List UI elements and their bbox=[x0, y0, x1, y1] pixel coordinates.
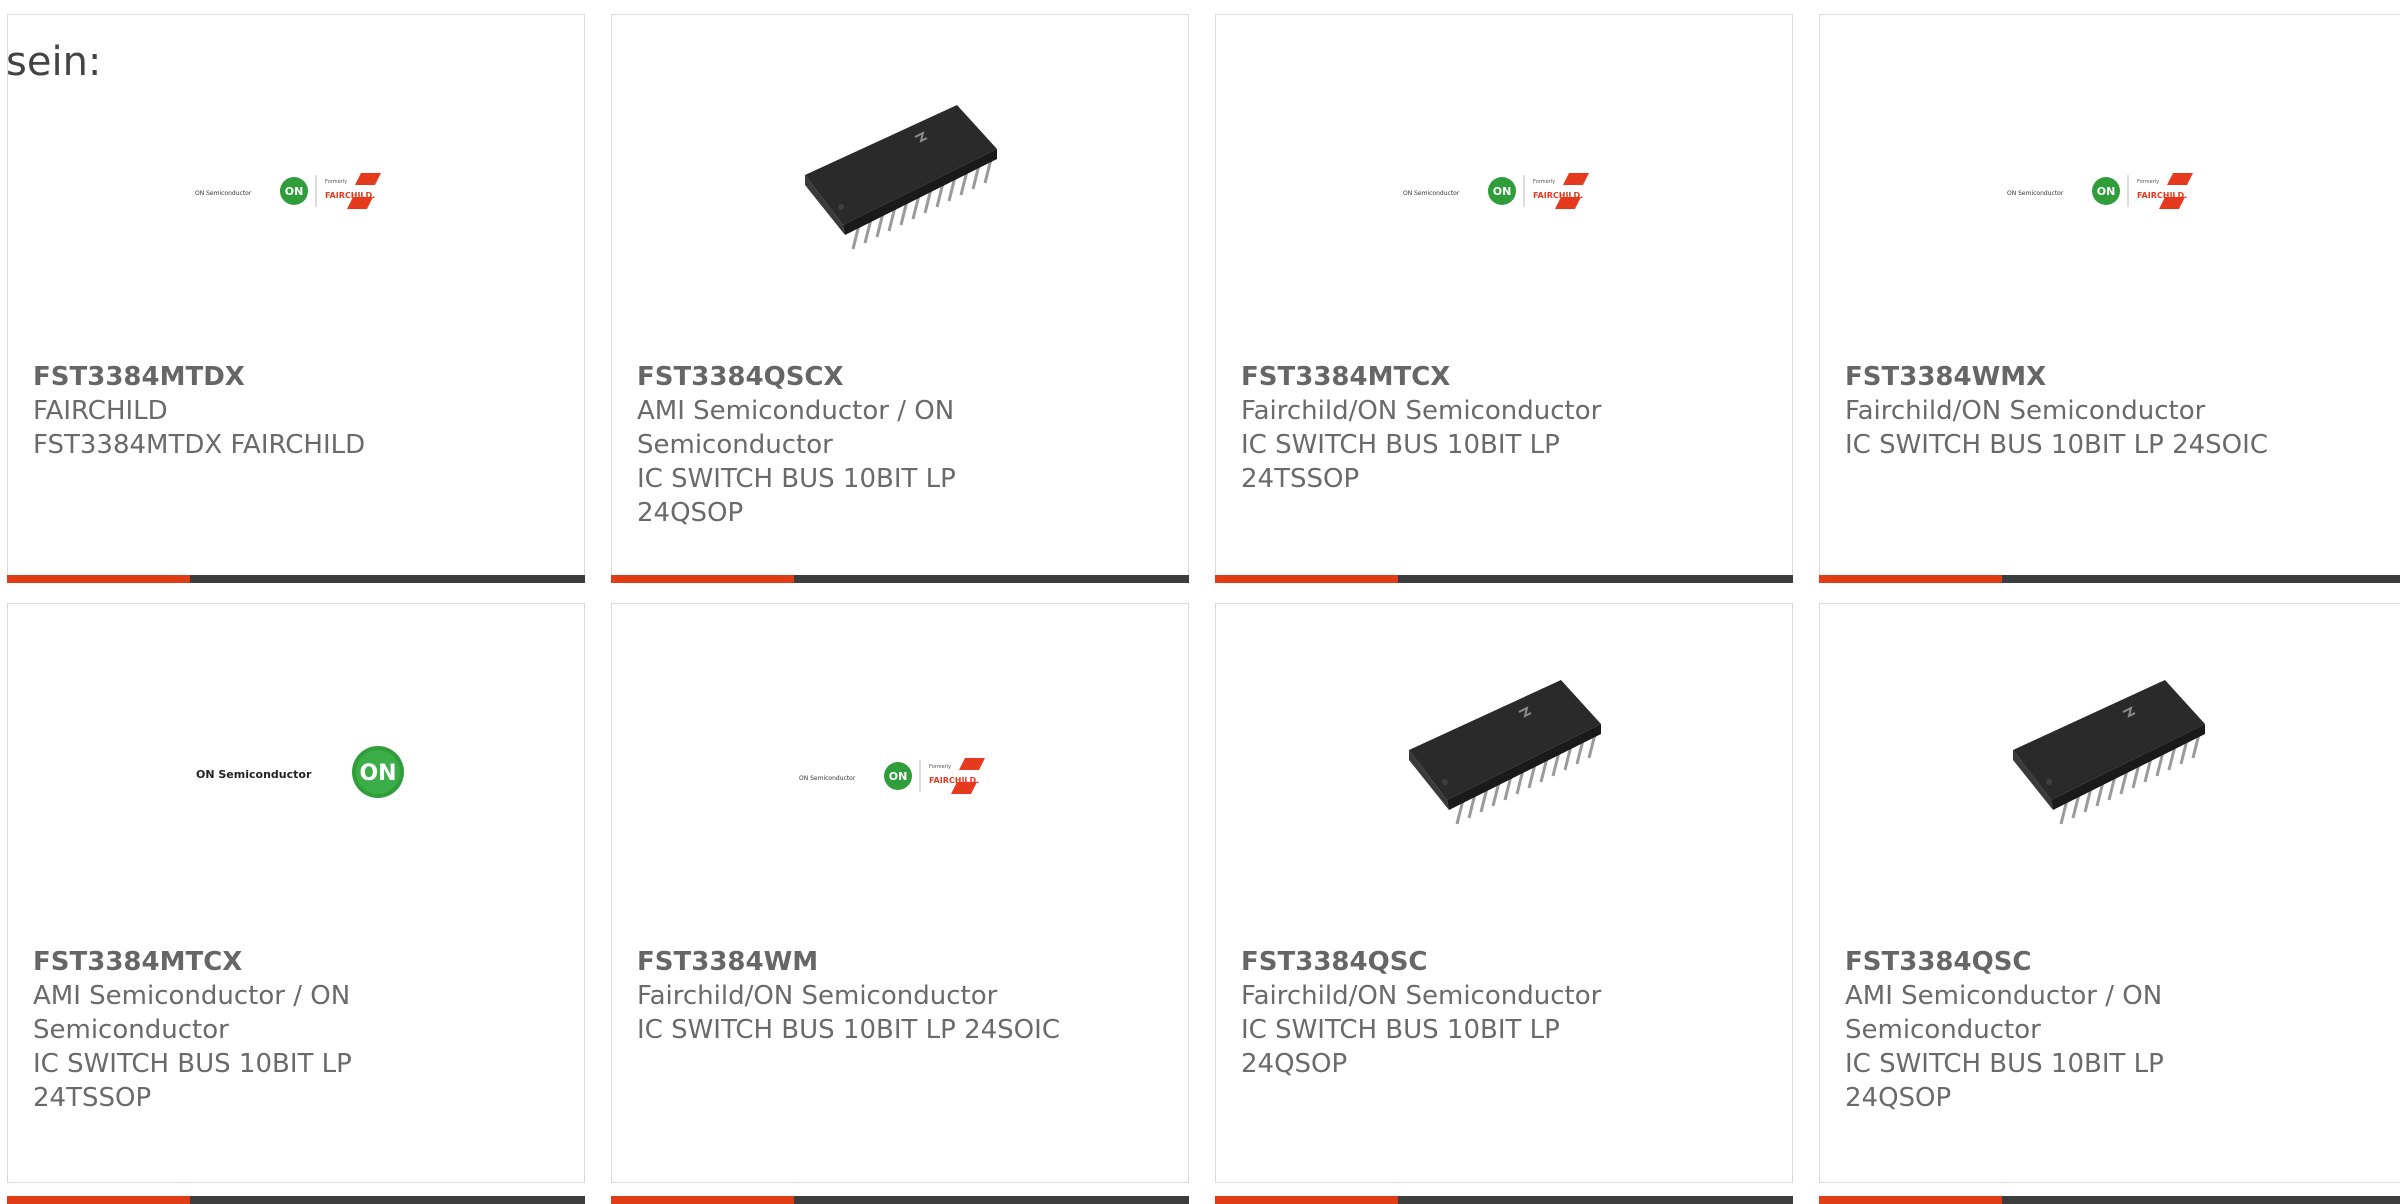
product-card[interactable]: ON Semiconductor ON FST3384MTCX AMI Semi… bbox=[7, 603, 585, 1204]
product-info: FST3384MTCX Fairchild/ON Semiconductor I… bbox=[1241, 360, 1772, 496]
product-description-cont: 24TSSOP bbox=[1241, 464, 1360, 494]
svg-text:ON Semiconductor: ON Semiconductor bbox=[799, 775, 856, 782]
product-manufacturer: AMI Semiconductor / ON bbox=[1845, 981, 2163, 1011]
card-bottom-bar bbox=[611, 575, 1189, 583]
svg-text:ON: ON bbox=[2097, 185, 2116, 198]
intro-text: sein: bbox=[6, 39, 102, 85]
product-description: IC SWITCH BUS 10BIT LP bbox=[1241, 430, 1560, 460]
part-number[interactable]: FST3384MTCX bbox=[33, 945, 564, 979]
product-manufacturer-cont: Semiconductor bbox=[33, 1015, 229, 1045]
part-number[interactable]: FST3384WM bbox=[637, 945, 1168, 979]
svg-text:FAIRCHILD.: FAIRCHILD. bbox=[1533, 191, 1583, 200]
chip-photo-icon bbox=[2013, 680, 2205, 825]
product-image bbox=[1820, 604, 2400, 934]
product-info: FST3384MTCX AMI Semiconductor / ON Semic… bbox=[33, 945, 564, 1115]
product-grid: ON Semiconductor ON Formerly FAIRCHILD. … bbox=[0, 0, 2400, 1204]
part-number[interactable]: FST3384QSCX bbox=[637, 360, 1168, 394]
svg-text:Formerly: Formerly bbox=[929, 764, 951, 770]
product-manufacturer: Fairchild/ON Semiconductor bbox=[1241, 981, 1602, 1011]
card-bottom-bar bbox=[611, 1196, 1189, 1204]
product-description-cont: 24QSOP bbox=[1241, 1049, 1348, 1079]
product-manufacturer: Fairchild/ON Semiconductor bbox=[1845, 396, 2206, 426]
svg-text:FAIRCHILD.: FAIRCHILD. bbox=[2137, 191, 2187, 200]
svg-text:ON: ON bbox=[359, 761, 396, 786]
product-description-cont: 24TSSOP bbox=[33, 1083, 152, 1113]
card-bar-accent bbox=[7, 575, 190, 583]
product-image bbox=[1216, 604, 1792, 934]
chip-photo-icon bbox=[1409, 680, 1601, 825]
product-card[interactable]: FST3384QSCX AMI Semiconductor / ON Semic… bbox=[611, 14, 1189, 583]
product-description: IC SWITCH BUS 10BIT LP 24SOIC bbox=[637, 1015, 1060, 1045]
product-info: FST3384MTDX FAIRCHILD FST3384MTDX FAIRCH… bbox=[33, 360, 564, 462]
svg-text:ON Semiconductor: ON Semiconductor bbox=[2007, 190, 2064, 197]
part-number[interactable]: FST3384QSC bbox=[1845, 945, 2388, 979]
product-description: IC SWITCH BUS 10BIT LP 24SOIC bbox=[1845, 430, 2268, 460]
product-manufacturer-cont: Semiconductor bbox=[1845, 1015, 2041, 1045]
svg-text:ON Semiconductor: ON Semiconductor bbox=[1403, 190, 1460, 197]
card-bar-accent bbox=[7, 1196, 190, 1204]
card-bottom-bar bbox=[1819, 1196, 2400, 1204]
product-card[interactable]: ON Semiconductor ON Formerly FAIRCHILD. … bbox=[1215, 14, 1793, 583]
product-info: FST3384WMX Fairchild/ON Semiconductor IC… bbox=[1845, 360, 2388, 462]
svg-text:Formerly: Formerly bbox=[2137, 179, 2159, 185]
card-bottom-bar bbox=[1215, 575, 1793, 583]
product-manufacturer: FAIRCHILD bbox=[33, 396, 168, 426]
part-number[interactable]: FST3384QSC bbox=[1241, 945, 1772, 979]
card-bottom-bar bbox=[1819, 575, 2400, 583]
on-fairchild-logo-icon: ON Semiconductor ON Formerly FAIRCHILD. bbox=[1403, 173, 1589, 209]
product-manufacturer: Fairchild/ON Semiconductor bbox=[1241, 396, 1602, 426]
svg-text:ON: ON bbox=[889, 770, 908, 783]
chip-photo-icon bbox=[805, 105, 997, 250]
card-bar-accent bbox=[1819, 575, 2002, 583]
svg-text:Formerly: Formerly bbox=[1533, 179, 1555, 185]
product-image: ON Semiconductor ON Formerly FAIRCHILD. bbox=[612, 604, 1188, 934]
svg-text:FAIRCHILD.: FAIRCHILD. bbox=[325, 191, 375, 200]
product-description: IC SWITCH BUS 10BIT LP bbox=[33, 1049, 352, 1079]
on-fairchild-logo-icon: ON Semiconductor ON Formerly FAIRCHILD. bbox=[799, 758, 985, 794]
card-bar-accent bbox=[611, 1196, 794, 1204]
product-image: ON Semiconductor ON Formerly FAIRCHILD. bbox=[1216, 15, 1792, 345]
product-description: FST3384MTDX FAIRCHILD bbox=[33, 430, 366, 460]
product-manufacturer: AMI Semiconductor / ON bbox=[33, 981, 351, 1011]
product-card[interactable]: ON Semiconductor ON Formerly FAIRCHILD. … bbox=[7, 14, 585, 583]
product-info: FST3384WM Fairchild/ON Semiconductor IC … bbox=[637, 945, 1168, 1047]
product-description: IC SWITCH BUS 10BIT LP bbox=[637, 464, 956, 494]
card-bar-accent bbox=[1215, 1196, 1398, 1204]
on-semiconductor-logo-icon: ON Semiconductor ON bbox=[196, 746, 404, 798]
card-bottom-bar bbox=[7, 1196, 585, 1204]
svg-text:Formerly: Formerly bbox=[325, 179, 347, 185]
part-number[interactable]: FST3384MTCX bbox=[1241, 360, 1772, 394]
on-fairchild-logo-icon: ON Semiconductor ON Formerly FAIRCHILD. bbox=[2007, 173, 2193, 209]
product-card[interactable]: ON Semiconductor ON Formerly FAIRCHILD. … bbox=[1819, 14, 2400, 583]
svg-text:ON Semiconductor: ON Semiconductor bbox=[195, 190, 252, 197]
card-bottom-bar bbox=[1215, 1196, 1793, 1204]
svg-text:FAIRCHILD.: FAIRCHILD. bbox=[929, 776, 979, 785]
product-image: ON Semiconductor ON Formerly FAIRCHILD. bbox=[1820, 15, 2400, 345]
svg-text:ON Semiconductor: ON Semiconductor bbox=[196, 768, 312, 781]
part-number[interactable]: FST3384MTDX bbox=[33, 360, 564, 394]
product-info: FST3384QSCX AMI Semiconductor / ON Semic… bbox=[637, 360, 1168, 530]
product-manufacturer-cont: Semiconductor bbox=[637, 430, 833, 460]
product-manufacturer: Fairchild/ON Semiconductor bbox=[637, 981, 998, 1011]
product-image bbox=[612, 15, 1188, 345]
product-description: IC SWITCH BUS 10BIT LP bbox=[1845, 1049, 2164, 1079]
product-info: FST3384QSC Fairchild/ON Semiconductor IC… bbox=[1241, 945, 1772, 1081]
product-description-cont: 24QSOP bbox=[1845, 1083, 1952, 1113]
product-info: FST3384QSC AMI Semiconductor / ON Semico… bbox=[1845, 945, 2388, 1115]
part-number[interactable]: FST3384WMX bbox=[1845, 360, 2388, 394]
svg-text:ON: ON bbox=[1493, 185, 1512, 198]
card-bar-accent bbox=[1215, 575, 1398, 583]
svg-text:ON: ON bbox=[285, 185, 304, 198]
product-card[interactable]: FST3384QSC AMI Semiconductor / ON Semico… bbox=[1819, 603, 2400, 1204]
product-manufacturer: AMI Semiconductor / ON bbox=[637, 396, 955, 426]
product-image: ON Semiconductor ON bbox=[8, 604, 584, 934]
product-card[interactable]: ON Semiconductor ON Formerly FAIRCHILD. … bbox=[611, 603, 1189, 1204]
product-description-cont: 24QSOP bbox=[637, 498, 744, 528]
on-fairchild-logo-icon: ON Semiconductor ON Formerly FAIRCHILD. bbox=[195, 173, 381, 209]
product-card[interactable]: FST3384QSC Fairchild/ON Semiconductor IC… bbox=[1215, 603, 1793, 1204]
card-bar-accent bbox=[611, 575, 794, 583]
product-description: IC SWITCH BUS 10BIT LP bbox=[1241, 1015, 1560, 1045]
card-bottom-bar bbox=[7, 575, 585, 583]
card-bar-accent bbox=[1819, 1196, 2002, 1204]
